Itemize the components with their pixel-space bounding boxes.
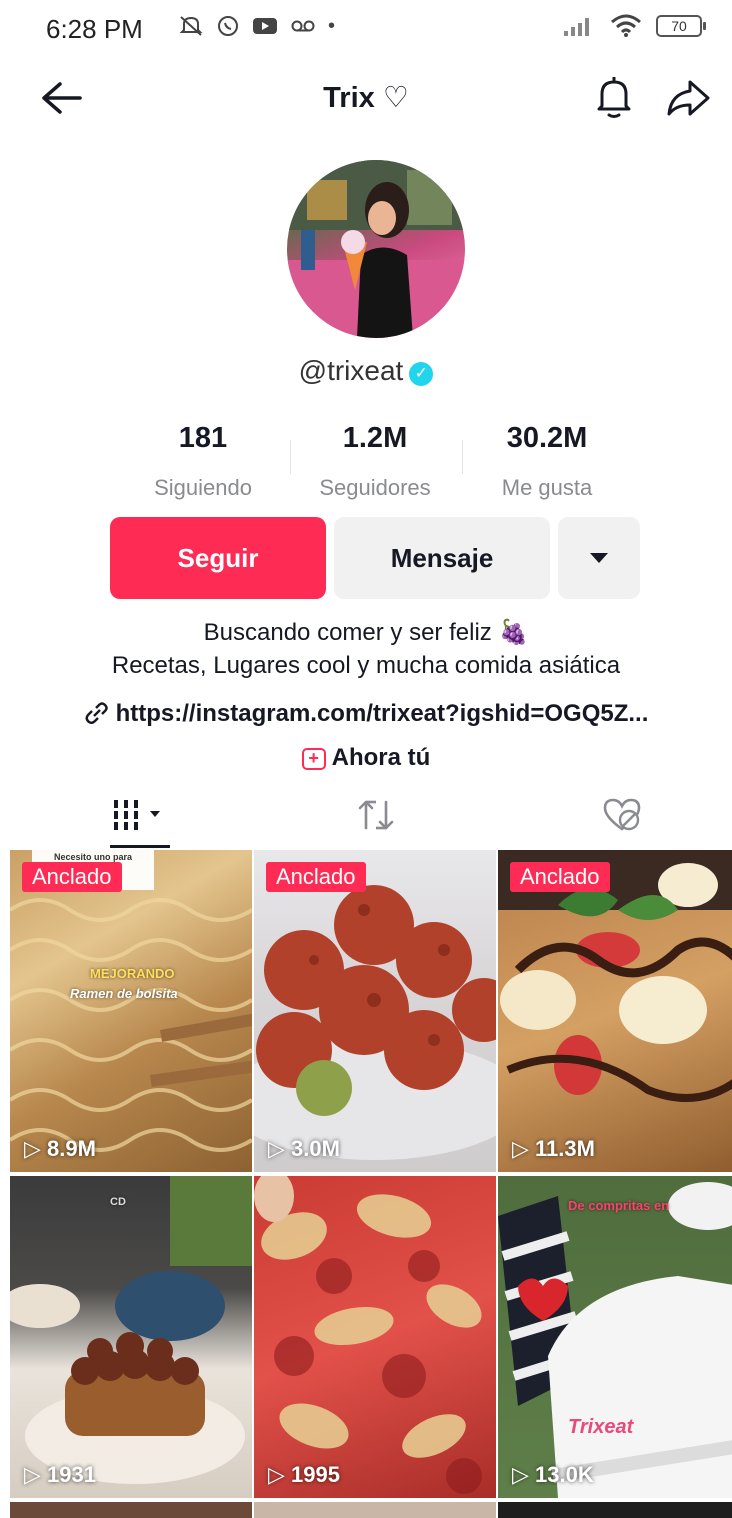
share-icon[interactable] xyxy=(664,76,712,120)
video-thumbnail[interactable]: Anclado ▷ 11.3M xyxy=(498,850,732,1172)
pinned-badge: Anclado xyxy=(510,862,610,892)
video-thumbnail[interactable]: De compritas en Trixeat ▷ 13.0K xyxy=(498,1176,732,1498)
bio-line: Recetas, Lugares cool y mucha comida asi… xyxy=(111,652,621,679)
play-icon: ▷ xyxy=(268,1136,292,1161)
video-overlay-text: MEJORANDO xyxy=(90,966,175,981)
now-section-link[interactable]: + Ahora tú xyxy=(0,744,732,772)
ramen-noodles-image xyxy=(10,850,252,1152)
tab-videos[interactable] xyxy=(18,784,262,846)
top-bar: Trix ♡ xyxy=(0,58,732,138)
stat-following[interactable]: 181 Siguiendo xyxy=(118,422,288,501)
video-thumbnail[interactable]: Anclado ▷ 3.0M xyxy=(254,850,496,1172)
message-button[interactable]: Mensaje xyxy=(334,517,550,599)
view-count: ▷ 11.3M xyxy=(512,1136,595,1161)
video-thumbnail[interactable] xyxy=(10,1502,252,1518)
video-grid: Necesito uno para Anclado MEJORANDO Rame… xyxy=(0,850,732,1518)
video-overlay-text: Trixeat xyxy=(568,1416,634,1438)
video-overlay-text: De compritas en xyxy=(568,1198,670,1213)
play-icon: ▷ xyxy=(512,1462,536,1487)
videos-grid-icon xyxy=(114,800,160,830)
stat-likes[interactable]: 30.2M Me gusta xyxy=(462,422,632,501)
dot-icon: • xyxy=(328,14,336,37)
youtube-icon xyxy=(253,18,277,34)
view-count: ▷ 1931 xyxy=(24,1462,96,1487)
followers-label: Seguidores xyxy=(319,475,431,500)
signal-icon xyxy=(564,18,589,36)
whatsapp-icon xyxy=(218,16,238,36)
video-thumbnail[interactable] xyxy=(498,1502,732,1518)
play-icon: ▷ xyxy=(24,1136,48,1161)
fried-balls-image xyxy=(254,885,496,1160)
status-bar: 6:28 PM • 70 xyxy=(0,0,732,58)
wifi-icon xyxy=(611,14,641,37)
video-overlay-text: Ramen de bolsita xyxy=(70,986,178,1001)
bio-line: Buscando comer y ser feliz 🍇 xyxy=(203,619,529,646)
stat-followers[interactable]: 1.2M Seguidores xyxy=(290,422,460,501)
bio-link[interactable]: https://instagram.com/trixeat?igshid=OGQ… xyxy=(0,700,732,728)
followers-count: 1.2M xyxy=(342,422,408,454)
follow-button[interactable]: Seguir xyxy=(110,517,326,599)
pinned-badge: Anclado xyxy=(22,862,122,892)
view-count: ▷ 3.0M xyxy=(268,1136,340,1161)
username-text: @trixeat xyxy=(298,355,404,386)
notification-icons: • xyxy=(178,14,335,38)
system-icons: 70 xyxy=(562,14,706,38)
video-thumbnail[interactable] xyxy=(254,1502,496,1518)
avatar[interactable] xyxy=(287,160,465,338)
tab-reposts[interactable] xyxy=(254,784,498,846)
following-label: Siguiendo xyxy=(154,475,252,500)
chips-snack-image xyxy=(254,1176,482,1494)
likes-label: Me gusta xyxy=(501,475,593,500)
profile-handle: @trixeat ✓ xyxy=(0,355,732,387)
repost-icon xyxy=(358,800,394,830)
avatar-photo xyxy=(287,160,465,338)
video-thumbnail[interactable]: ▷ 1995 xyxy=(254,1176,496,1498)
add-square-icon: + xyxy=(301,748,326,770)
view-count: ▷ 8.9M xyxy=(24,1136,96,1161)
video-overlay-text: CD xyxy=(110,1196,126,1208)
suggested-accounts-button[interactable] xyxy=(558,517,640,599)
bio-link-text: https://instagram.com/trixeat?igshid=OGQ… xyxy=(115,700,649,727)
voicemail-icon xyxy=(291,20,315,32)
content-tabs xyxy=(0,784,732,848)
likes-count: 30.2M xyxy=(506,422,588,454)
pinned-badge: Anclado xyxy=(266,862,366,892)
active-tab-indicator xyxy=(110,845,170,848)
view-count: ▷ 1995 xyxy=(268,1462,340,1487)
play-icon: ▷ xyxy=(512,1136,536,1161)
following-count: 181 xyxy=(178,422,228,454)
play-icon: ▷ xyxy=(24,1462,48,1487)
verified-badge-icon: ✓ xyxy=(409,362,434,386)
mute-icon xyxy=(179,16,203,36)
view-count: ▷ 13.0K xyxy=(512,1462,594,1487)
now-label: Ahora tú xyxy=(331,744,431,771)
status-time: 6:28 PM xyxy=(46,14,143,44)
video-caption-top: Necesito uno para xyxy=(54,852,133,862)
bell-icon[interactable] xyxy=(592,74,636,120)
play-icon: ▷ xyxy=(268,1462,292,1487)
video-thumbnail[interactable]: Necesito uno para Anclado MEJORANDO Rame… xyxy=(10,850,252,1172)
sneaker-image xyxy=(498,1182,732,1498)
liked-hidden-icon xyxy=(603,798,641,831)
chocolate-tart-image xyxy=(10,1176,252,1484)
battery-icon: 70 xyxy=(656,15,706,37)
link-icon xyxy=(85,702,108,724)
caret-down-icon xyxy=(590,553,608,563)
banana-crepe-image xyxy=(498,850,732,1102)
tab-liked[interactable] xyxy=(500,784,732,846)
video-thumbnail[interactable]: CD ▷ 1931 xyxy=(10,1176,252,1498)
